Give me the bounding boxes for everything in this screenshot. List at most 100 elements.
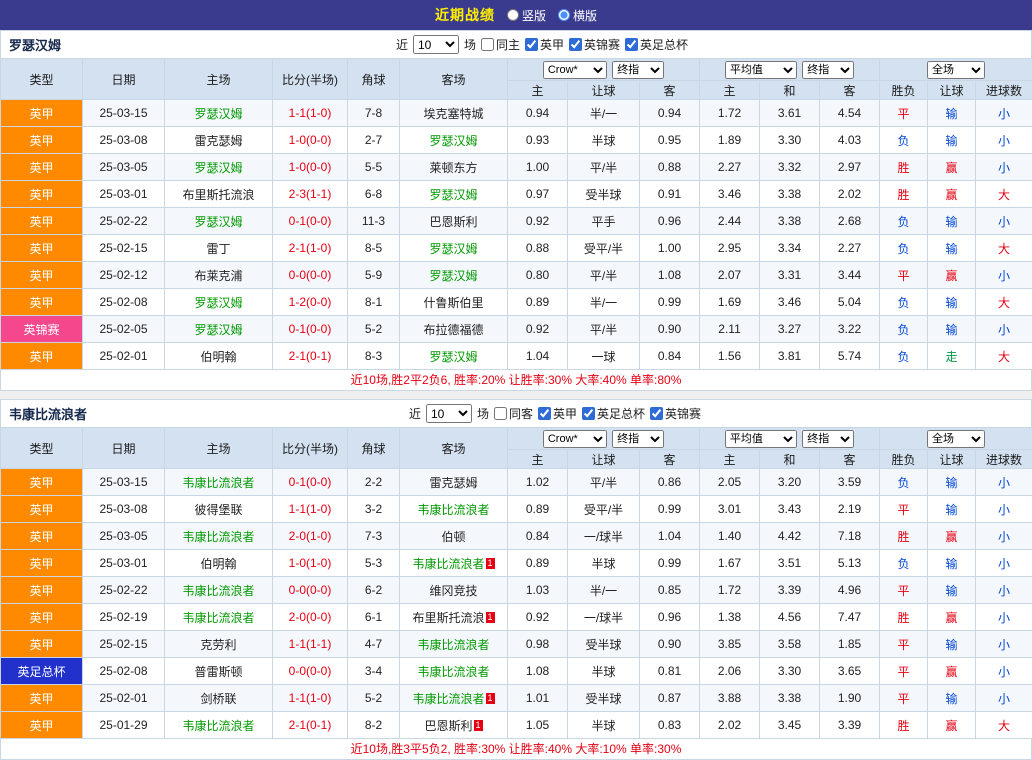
league-badge: 英甲 <box>1 262 83 289</box>
home-team[interactable]: 伯明翰 <box>165 550 273 577</box>
away-team[interactable]: 埃克塞特城 <box>400 100 508 127</box>
eu-home-odds: 1.69 <box>700 289 760 316</box>
home-team[interactable]: 韦康比流浪者 <box>165 577 273 604</box>
away-team[interactable]: 罗瑟汉姆 <box>400 343 508 370</box>
eu-draw-odds: 4.42 <box>760 523 820 550</box>
league-filter-checkbox[interactable]: 英足总杯 <box>582 405 645 422</box>
league-filter-checkbox[interactable]: 英甲 <box>525 36 564 53</box>
table-row: 英锦赛 25-02-05 罗瑟汉姆 0-1(0-0) 5-2 布拉德福德 0.9… <box>1 316 1032 343</box>
team1-section-header: 罗瑟汉姆 近 10 场 同主 英甲 英锦赛 英足总杯 <box>0 30 1032 58</box>
away-team[interactable]: 罗瑟汉姆 <box>400 262 508 289</box>
goals-over-under: 小 <box>976 550 1032 577</box>
scope-select[interactable]: 全场 <box>927 61 985 79</box>
layout-radio-vertical[interactable]: 竖版 <box>507 7 546 24</box>
home-team[interactable]: 克劳利 <box>165 631 273 658</box>
col-header-ah-line: 让球 <box>568 81 640 100</box>
home-team[interactable]: 韦康比流浪者 <box>165 712 273 739</box>
home-team[interactable]: 普雷斯顿 <box>165 658 273 685</box>
away-team[interactable]: 韦康比流浪者 <box>400 658 508 685</box>
same-venue-checkbox[interactable]: 同客 <box>494 405 533 422</box>
home-team[interactable]: 罗瑟汉姆 <box>165 316 273 343</box>
eu-home-odds: 1.67 <box>700 550 760 577</box>
euro-final-select[interactable]: 终指 <box>802 61 854 79</box>
match-date: 25-02-01 <box>83 343 165 370</box>
away-team[interactable]: 罗瑟汉姆 <box>400 127 508 154</box>
away-team[interactable]: 韦康比流浪者 <box>400 496 508 523</box>
recent-games-select[interactable]: 10 <box>413 35 459 54</box>
home-team[interactable]: 剑桥联 <box>165 685 273 712</box>
home-team[interactable]: 罗瑟汉姆 <box>165 289 273 316</box>
home-team[interactable]: 罗瑟汉姆 <box>165 208 273 235</box>
ah-away-odds: 0.87 <box>640 685 700 712</box>
table-row: 英甲 25-02-08 罗瑟汉姆 1-2(0-0) 8-1 什鲁斯伯里 0.89… <box>1 289 1032 316</box>
home-team[interactable]: 布莱克浦 <box>165 262 273 289</box>
ah-home-odds: 0.80 <box>508 262 568 289</box>
league-filter-checkbox[interactable]: 英锦赛 <box>569 36 620 53</box>
layout-radio-horizontal[interactable]: 横版 <box>558 7 597 24</box>
ah-away-odds: 0.90 <box>640 316 700 343</box>
league-filter-checkbox[interactable]: 英足总杯 <box>625 36 688 53</box>
home-team[interactable]: 韦康比流浪者 <box>165 469 273 496</box>
away-team[interactable]: 雷克瑟姆 <box>400 469 508 496</box>
home-team[interactable]: 彼得堡联 <box>165 496 273 523</box>
euro-average-select[interactable]: 平均值 <box>725 61 797 79</box>
same-venue-checkbox[interactable]: 同主 <box>481 36 520 53</box>
ah-odds-header: Crow* 终指 <box>508 428 700 450</box>
ah-away-odds: 0.90 <box>640 631 700 658</box>
home-team[interactable]: 布里斯托流浪 <box>165 181 273 208</box>
col-header-goals: 进球数 <box>976 450 1032 469</box>
result-wdl: 胜 <box>880 712 928 739</box>
league-filter-checkbox[interactable]: 英锦赛 <box>650 405 701 422</box>
team2-results-table: 类型 日期 主场 比分(半场) 角球 客场 Crow* 终指 平均值 终指 全场… <box>0 427 1032 739</box>
euro-average-select[interactable]: 平均值 <box>725 430 797 448</box>
ah-line: 受平/半 <box>568 496 640 523</box>
scope-select[interactable]: 全场 <box>927 430 985 448</box>
corners: 7-3 <box>348 523 400 550</box>
home-team[interactable]: 韦康比流浪者 <box>165 604 273 631</box>
ah-line: 一/球半 <box>568 523 640 550</box>
ah-line: 平/半 <box>568 469 640 496</box>
away-team[interactable]: 韦康比流浪者1 <box>400 685 508 712</box>
ah-final-select[interactable]: 终指 <box>612 430 664 448</box>
ah-line: 半/一 <box>568 100 640 127</box>
col-header-type: 类型 <box>1 428 83 469</box>
goals-over-under: 小 <box>976 658 1032 685</box>
eu-home-odds: 3.46 <box>700 181 760 208</box>
home-team[interactable]: 罗瑟汉姆 <box>165 154 273 181</box>
away-team[interactable]: 巴恩斯利 <box>400 208 508 235</box>
bookmaker-select[interactable]: Crow* <box>543 61 607 79</box>
away-team[interactable]: 布里斯托流浪1 <box>400 604 508 631</box>
home-team[interactable]: 韦康比流浪者 <box>165 523 273 550</box>
home-team[interactable]: 伯明翰 <box>165 343 273 370</box>
euro-final-select[interactable]: 终指 <box>802 430 854 448</box>
away-team[interactable]: 巴恩斯利1 <box>400 712 508 739</box>
vertical-radio-input[interactable] <box>507 9 519 21</box>
bookmaker-select[interactable]: Crow* <box>543 430 607 448</box>
away-team[interactable]: 伯顿 <box>400 523 508 550</box>
away-team[interactable]: 罗瑟汉姆 <box>400 235 508 262</box>
col-header-corner: 角球 <box>348 59 400 100</box>
league-filter-checkbox[interactable]: 英甲 <box>538 405 577 422</box>
horizontal-radio-input[interactable] <box>558 9 570 21</box>
col-header-score: 比分(半场) <box>273 59 348 100</box>
away-team[interactable]: 维冈竞技 <box>400 577 508 604</box>
ah-away-odds: 0.88 <box>640 154 700 181</box>
home-team[interactable]: 雷丁 <box>165 235 273 262</box>
page-title: 近期战绩 <box>435 5 495 25</box>
home-team[interactable]: 雷克瑟姆 <box>165 127 273 154</box>
away-team[interactable]: 韦康比流浪者1 <box>400 550 508 577</box>
away-team[interactable]: 什鲁斯伯里 <box>400 289 508 316</box>
away-team[interactable]: 布拉德福德 <box>400 316 508 343</box>
home-team[interactable]: 罗瑟汉姆 <box>165 100 273 127</box>
ah-final-select[interactable]: 终指 <box>612 61 664 79</box>
recent-games-select[interactable]: 10 <box>426 404 472 423</box>
away-team[interactable]: 莱顿东方 <box>400 154 508 181</box>
eu-away-odds: 2.19 <box>820 496 880 523</box>
away-team[interactable]: 韦康比流浪者 <box>400 631 508 658</box>
eu-away-odds: 5.74 <box>820 343 880 370</box>
ah-line: 平/半 <box>568 262 640 289</box>
match-date: 25-02-15 <box>83 235 165 262</box>
league-badge: 英甲 <box>1 550 83 577</box>
away-team[interactable]: 罗瑟汉姆 <box>400 181 508 208</box>
goals-over-under: 小 <box>976 208 1032 235</box>
